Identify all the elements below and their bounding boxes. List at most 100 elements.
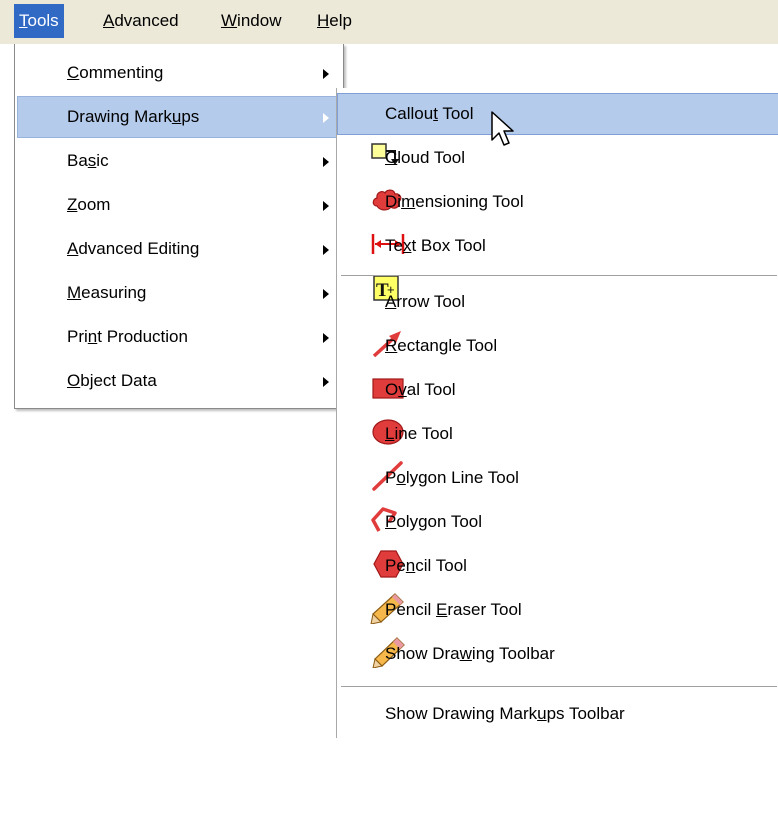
menu-item-label: Print Production [67,316,188,358]
menu-item-zoom-mnemonic: Z [67,195,78,214]
menu-item-pencil-tool-mnemonic: n [405,556,416,575]
submenu-arrow-icon [323,201,329,211]
menu-item-show-drawing-markups-toolbar-prefix: Show Drawing Mark [385,704,538,723]
menu-item-label: Pencil Tool [385,545,467,587]
menu-item-dimensioning-tool[interactable]: Dimensioning Tool [337,181,778,254]
drawing-markups-submenu: Callout Tool Cloud Tool Dimensioning Too… [336,88,778,738]
menu-item-object-data-mnemonic: O [67,371,81,390]
menu-item-arrow-tool[interactable]: Arrow Tool [337,281,778,358]
menu-item-label: Commenting [67,52,163,94]
menu-item-oval-tool-rest: al Tool [406,380,456,399]
menu-item-rectangle-tool-rest: ectangle Tool [397,336,498,355]
menu-item-advanced-editing-rest: dvanced Editing [78,239,200,258]
menu-item-label: Zoom [67,184,110,226]
dimensioning-tool-icon [341,186,405,254]
menu-item-callout-tool[interactable]: Callout Tool [337,93,778,165]
pencil-tool-icon [341,550,405,625]
menu-item-label: Polygon Tool [385,501,482,543]
menu-item-arrow-tool-mnemonic: A [385,292,397,311]
menu-item-label: Advanced Editing [67,228,199,270]
menu-item-line-tool-rest: ine Tool [394,424,453,443]
menu-item-drawing-markups-prefix: Drawing Mark [67,107,172,126]
menu-item-object-data[interactable]: Object Data [15,360,343,402]
menu-item-label: Polygon Line Tool [385,457,519,499]
menu-item-text-box-tool-rest: t Box Tool [411,236,486,255]
menu-advanced-rest: dvanced [114,11,179,30]
menu-item-cloud-tool[interactable]: Cloud Tool [337,137,778,211]
callout-tool-icon [341,98,400,165]
submenu-arrow-icon [323,113,329,123]
menu-window-rest: indow [237,11,282,30]
menu-item-pencil-eraser-tool-rest: raser Tool [447,600,522,619]
menu-help[interactable]: Help [312,4,357,38]
menu-bar: Tools Advanced Window Help [0,0,778,44]
menu-item-drawing-markups[interactable]: Drawing Markups [17,96,343,138]
menu-item-pencil-eraser-tool-prefix: Pencil [385,600,437,619]
menu-item-basic[interactable]: Basic [15,140,343,182]
menu-item-oval-tool[interactable]: Oval Tool [337,369,778,445]
menu-item-label: Line Tool [385,413,453,455]
pencil-eraser-tool-icon [341,594,406,669]
menu-help-rest: elp [329,11,352,30]
menu-item-drawing-markups-rest: ps [181,107,200,126]
menu-item-zoom[interactable]: Zoom [15,184,343,226]
menu-advanced[interactable]: Advanced [98,4,184,38]
menu-item-dimensioning-tool-prefix: Di [385,192,402,211]
menu-item-pencil-eraser-tool[interactable]: Pencil Eraser Tool [337,589,778,669]
menu-item-show-drawing-toolbar-mnemonic: w [459,644,472,663]
menu-item-print-production[interactable]: Print Production [15,316,343,358]
menu-item-dimensioning-tool-mnemonic: m [401,192,416,211]
menu-item-label: Pencil Eraser Tool [385,589,522,631]
menu-item-oval-tool-prefix: O [385,380,399,399]
menu-item-text-box-tool[interactable]: T + Text Box Tool [337,225,778,301]
menu-item-polygon-line-tool-prefix: P [385,468,397,487]
menu-item-pencil-tool-rest: cil Tool [415,556,467,575]
menu-item-commenting[interactable]: Commenting [15,52,343,94]
menu-item-measuring-rest: easuring [81,283,147,302]
menu-item-polygon-tool-rest: olygon Tool [396,512,483,531]
menu-item-polygon-tool-mnemonic: P [385,512,397,531]
menu-item-label: Basic [67,140,109,182]
menu-item-zoom-rest: oom [77,195,111,214]
menu-item-polygon-line-tool[interactable]: Polygon Line Tool [337,457,778,532]
menu-item-pencil-tool[interactable]: Pencil Tool [337,545,778,625]
menu-item-drawing-markups-mnemonic: u [171,107,182,126]
menu-item-cloud-tool-mnemonic: C [385,148,398,167]
menu-item-basic-rest: ic [96,151,109,170]
menu-item-callout-tool-rest: Tool [437,104,474,123]
menu-item-label: Show Drawing Markups Toolbar [385,693,625,735]
menu-item-oval-tool-mnemonic: v [398,380,407,399]
menu-item-show-drawing-markups-toolbar-rest: ps Toolbar [546,704,625,723]
menu-item-show-drawing-markups-toolbar-mnemonic: u [537,704,547,723]
menu-item-advanced-editing[interactable]: Advanced Editing [15,228,343,270]
menu-item-label: Dimensioning Tool [385,181,524,223]
menu-item-label: Cloud Tool [385,137,465,179]
menu-item-label: Measuring [67,272,146,314]
menu-window[interactable]: Window [216,4,286,38]
menu-item-label: Object Data [67,360,157,402]
menu-item-label: Oval Tool [385,369,456,411]
menu-tools[interactable]: Tools [14,4,64,38]
menu-item-show-drawing-toolbar[interactable]: Show Drawing Toolbar [337,633,778,675]
cloud-tool-icon [341,142,402,211]
mouse-cursor-icon [491,111,514,146]
menu-item-polygon-line-tool-rest: lygon Line Tool [405,468,519,487]
menu-item-basic-prefix: Ba [67,151,88,170]
menu-item-polygon-tool[interactable]: Polygon Tool [337,501,778,578]
menu-item-arrow-tool-rest: rrow Tool [396,292,465,311]
menu-item-label: Show Drawing Toolbar [385,633,555,675]
menu-item-line-tool[interactable]: Line Tool [337,413,778,491]
menu-help-mnemonic: H [317,11,330,30]
menu-item-rectangle-tool[interactable]: Rectangle Tool [337,325,778,399]
submenu-arrow-icon [323,245,329,255]
menu-item-measuring[interactable]: Measuring [15,272,343,314]
menu-item-show-drawing-markups-toolbar[interactable]: Show Drawing Markups Toolbar [337,693,778,735]
menu-item-label: Text Box Tool [385,225,486,267]
submenu-arrow-icon [323,289,329,299]
menu-advanced-mnemonic: A [103,11,115,30]
menu-separator [341,686,777,687]
menu-item-label: Rectangle Tool [385,325,497,367]
polygon-tool-icon [341,506,405,578]
menu-separator [341,275,777,276]
menu-item-label: Drawing Markups [67,96,199,138]
